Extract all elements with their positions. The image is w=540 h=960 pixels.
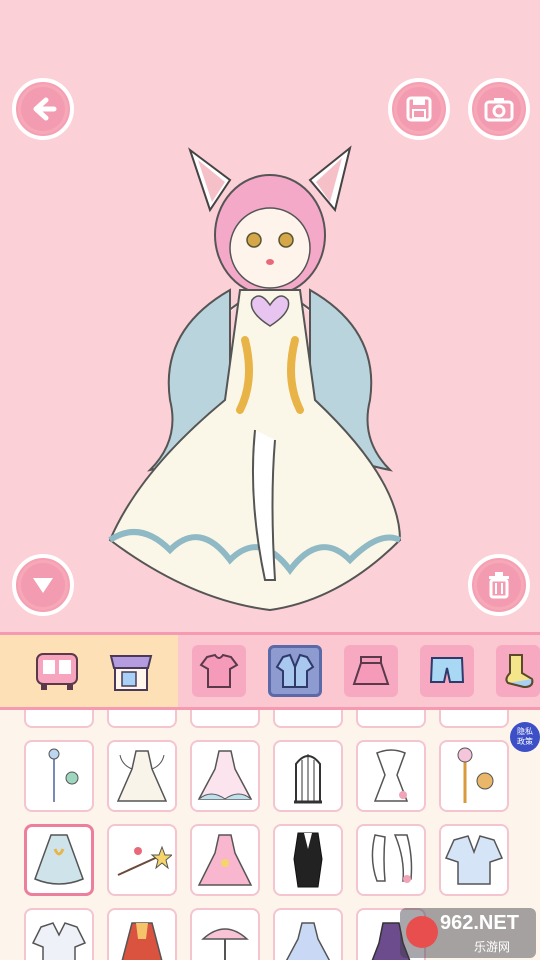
tuxedo-icon [293,832,323,888]
item-cell[interactable] [190,710,260,728]
item-cell-fairy[interactable] [356,740,426,812]
blue-jacket-icon [444,835,504,885]
watermark: 962.NET 乐游网 [400,908,536,958]
watermark-logo [406,916,438,948]
blue-ballgown-icon [285,922,331,960]
white-gown-icon [116,750,168,802]
dressup-stage [0,0,540,632]
tshirt-icon [199,653,239,688]
wardrobe-icon [36,653,78,690]
fairy-outfit-icon [373,749,409,802]
item-cell[interactable] [107,710,177,728]
shop-icon [109,655,153,691]
triangle-down-icon [33,578,53,593]
wardrobe-tab[interactable] [30,645,84,697]
skirt-icon [352,656,390,685]
trash-icon [489,572,509,599]
umbrella-icon [201,928,249,960]
back-button[interactable] [12,78,74,140]
item-cell-cage[interactable] [273,740,343,812]
camera-icon [484,98,514,122]
shop-tab[interactable] [104,645,158,697]
item-cell-jacket[interactable] [439,824,509,896]
floppy-disk-icon [406,96,432,122]
sock-icon [505,654,534,689]
red-cape-icon [121,922,163,960]
item-cell-tuxedo[interactable] [273,824,343,896]
white-coat-icon [31,922,87,960]
star-wand-icon [117,845,172,876]
watermark-brand: 962.NET [440,912,519,934]
arrow-left-icon [33,97,57,121]
item-cell-cape-selected[interactable] [24,824,94,896]
delete-button[interactable] [468,554,530,616]
item-cell-scepter[interactable] [439,740,509,812]
tops-tab[interactable] [192,645,246,697]
category-tabbar [0,632,540,710]
item-cell-gown[interactable] [107,740,177,812]
collapse-button[interactable] [12,554,74,616]
item-cell-wand-star[interactable] [107,824,177,896]
item-cell-umbrella[interactable] [190,908,260,960]
shorts-icon [429,657,465,683]
outerwear-tab[interactable] [268,645,322,697]
item-cell[interactable] [356,710,426,728]
privacy-policy-label: 隐私 政策 [517,727,533,746]
pants-tab[interactable] [420,645,474,697]
watermark-subtitle: 乐游网 [474,940,511,954]
privacy-policy-badge[interactable]: 隐私 政策 [510,722,540,752]
pink-gown-icon [197,834,253,886]
jacket-icon [275,653,315,688]
item-cell-ballgown[interactable] [273,908,343,960]
item-cell-pink-dress[interactable] [190,740,260,812]
staff-icon [48,748,79,802]
blue-cape-icon [34,834,84,885]
shoes-tab[interactable] [496,645,540,697]
character-figure[interactable] [80,140,440,620]
item-cell[interactable] [273,710,343,728]
gloves-icon [371,834,413,883]
birdcage-icon [294,754,322,804]
item-cell[interactable] [439,710,509,728]
scepter-icon [457,747,494,803]
item-cell-red-cape[interactable] [107,908,177,960]
item-cell-gloves[interactable] [356,824,426,896]
camera-button[interactable] [468,78,530,140]
save-button[interactable] [388,78,450,140]
face [229,207,311,289]
item-cell[interactable] [24,710,94,728]
skirts-tab[interactable] [344,645,398,697]
pastel-dress-icon [197,750,253,800]
item-cell-wand[interactable] [24,740,94,812]
item-cell-coat[interactable] [24,908,94,960]
item-cell-pink-gown[interactable] [190,824,260,896]
